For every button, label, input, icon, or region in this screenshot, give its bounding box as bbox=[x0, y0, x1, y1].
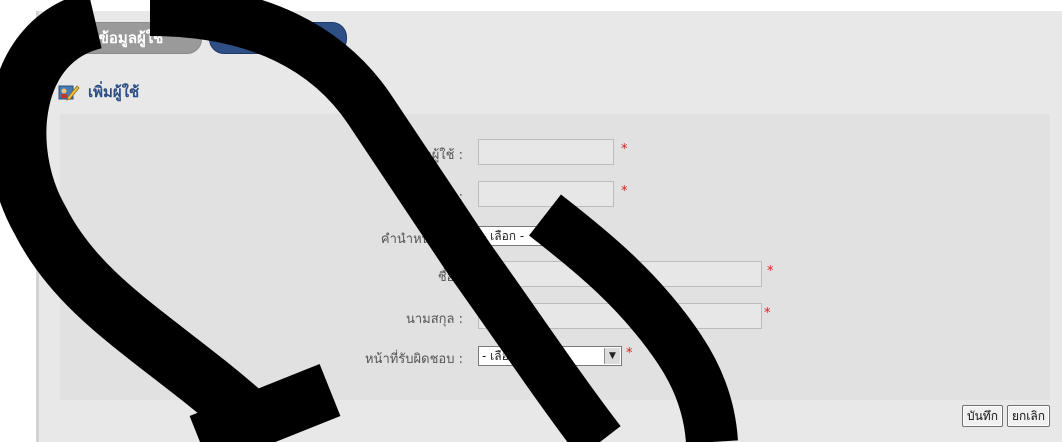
responsibility-select[interactable]: - เลือก - ▼ bbox=[478, 346, 622, 366]
edit-user-icon bbox=[58, 82, 80, 102]
password-input[interactable] bbox=[478, 181, 614, 207]
row-responsibility: หน้าที่รับผิดชอบ : - เลือก - ▼ * bbox=[60, 343, 1050, 371]
required-mark: * bbox=[621, 142, 628, 157]
username-label: ชื่อผู้ใช้ : bbox=[415, 148, 463, 163]
row-password: รหัสผ่าน : * bbox=[60, 181, 1050, 209]
responsibility-label: หน้าที่รับผิดชอบ : bbox=[364, 352, 463, 367]
prefix-select[interactable]: - เลือก - ▼ bbox=[478, 226, 566, 246]
row-lastname: นามสกุล : * bbox=[60, 303, 1050, 331]
prefix-label: คำนำหน้าชื่อ : bbox=[380, 232, 463, 247]
save-button[interactable]: บันทึก bbox=[961, 405, 1003, 427]
tab-user-info[interactable]: ข้อมูลผู้ใช้ bbox=[60, 22, 202, 54]
lastname-label: นามสกุล : bbox=[405, 312, 463, 327]
required-mark: * bbox=[626, 346, 633, 361]
row-firstname: ชื่อ : * bbox=[60, 261, 1050, 289]
firstname-input[interactable] bbox=[478, 261, 762, 287]
firstname-label: ชื่อ : bbox=[437, 270, 463, 285]
section-title: เพิ่มผู้ใช้ bbox=[58, 80, 139, 104]
required-mark: * bbox=[764, 306, 771, 321]
required-mark: * bbox=[621, 184, 628, 199]
chevron-down-icon[interactable]: ▼ bbox=[604, 348, 620, 364]
prefix-selected-value: - เลือก - bbox=[482, 228, 525, 243]
section-title-text: เพิ่มผู้ใช้ bbox=[88, 83, 140, 101]
form-actions: บันทึก ยกเลิก bbox=[961, 405, 1050, 427]
required-mark: * bbox=[571, 226, 578, 241]
lastname-input[interactable] bbox=[478, 303, 762, 329]
required-mark: * bbox=[767, 264, 774, 279]
tab-add-user[interactable]: เพิ่มผู้ใช้ bbox=[209, 22, 347, 54]
password-label: รหัสผ่าน : bbox=[407, 190, 463, 205]
cancel-button[interactable]: ยกเลิก bbox=[1006, 405, 1050, 427]
row-username: ชื่อผู้ใช้ : * bbox=[60, 139, 1050, 167]
row-prefix: คำนำหน้าชื่อ : - เลือก - ▼ * bbox=[60, 223, 1050, 251]
chevron-down-icon[interactable]: ▼ bbox=[548, 228, 564, 244]
username-input[interactable] bbox=[478, 139, 614, 165]
responsibility-selected-value: - เลือก - bbox=[482, 348, 525, 363]
add-user-form: ชื่อผู้ใช้ : * รหัสผ่าน : * คำนำหน้าชื่อ… bbox=[60, 114, 1050, 400]
